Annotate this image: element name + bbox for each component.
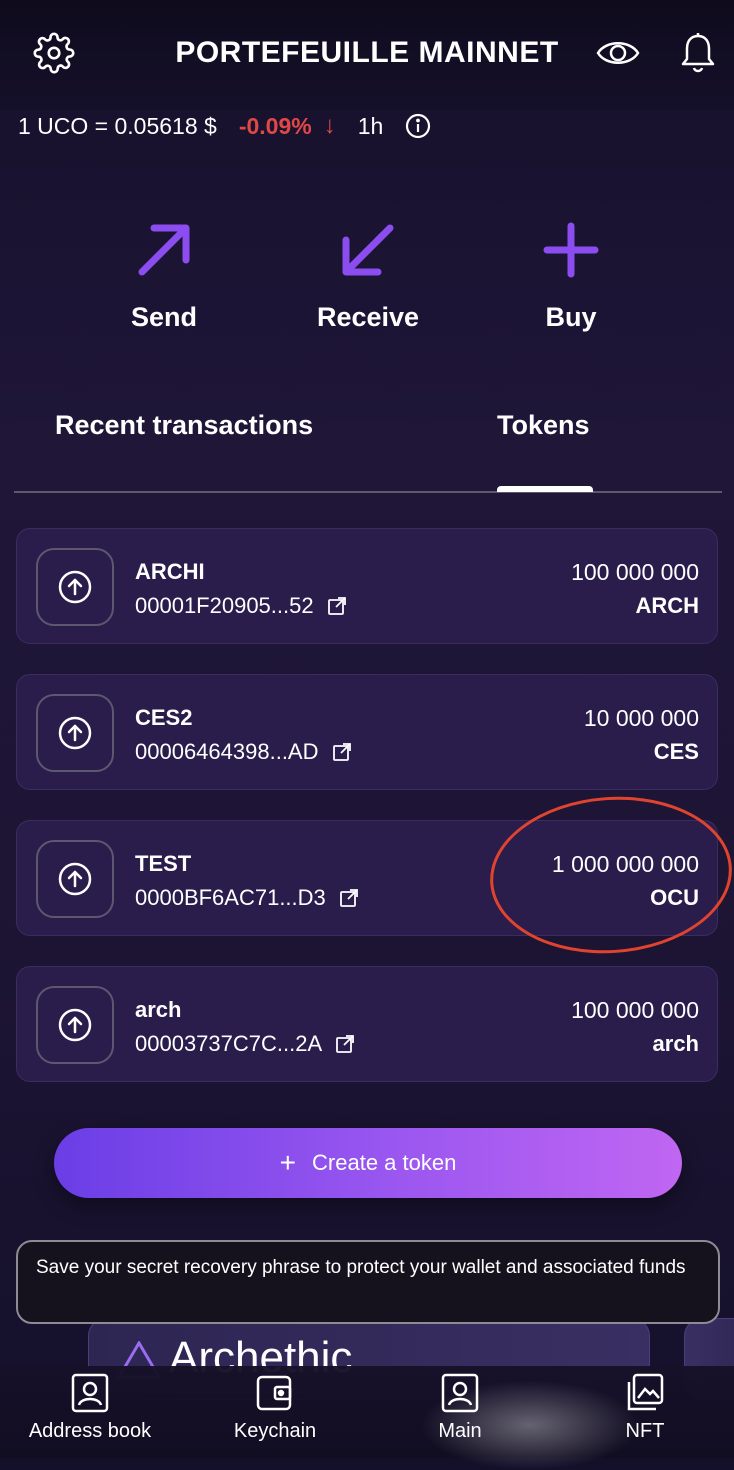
arrow-down-left-icon	[342, 224, 394, 276]
token-icon-box	[36, 548, 114, 626]
nav-label: Address book	[28, 1420, 152, 1442]
notice-text: Save your secret recovery phrase to prot…	[36, 1257, 686, 1278]
address-book-icon	[71, 1373, 109, 1413]
buy-label: Buy	[545, 302, 597, 332]
tab-divider	[14, 491, 722, 493]
uco-rate: 1 UCO = 0.05618 $	[18, 112, 217, 139]
external-link-icon[interactable]	[332, 743, 351, 761]
external-link-icon[interactable]	[327, 597, 346, 615]
arrow-up-circle-icon	[58, 570, 92, 604]
bell-icon[interactable]	[680, 32, 716, 74]
token-symbol: CES	[653, 739, 699, 764]
create-token-label: Create a token	[312, 1150, 457, 1175]
keychain-icon	[256, 1375, 292, 1411]
info-icon[interactable]	[405, 113, 431, 139]
buy-button[interactable]: Buy	[491, 220, 651, 333]
arrow-up-circle-icon	[58, 862, 92, 896]
nav-label: NFT	[625, 1420, 665, 1442]
token-address[interactable]: 0000BF6AC71...D3	[135, 885, 358, 911]
token-name: ARCHI	[135, 559, 205, 584]
price-period: 1h	[357, 112, 384, 139]
tab-active-indicator	[497, 486, 593, 492]
token-card[interactable]: arch 00003737C7C...2A 100 000 000 arch	[16, 966, 718, 1082]
nav-address-book[interactable]: Address book	[20, 1372, 160, 1443]
send-label: Send	[130, 302, 197, 332]
token-name: TEST	[135, 851, 192, 876]
token-address-text: 00003737C7C...2A	[135, 1031, 323, 1056]
price-row: 1 UCO = 0.05618 $ -0.09% ↓ 1h	[18, 112, 431, 140]
nav-main[interactable]: Main	[390, 1372, 530, 1443]
token-symbol: ARCH	[635, 593, 699, 618]
token-amount: 10 000 000	[583, 705, 699, 731]
tab-recent-transactions[interactable]: Recent transactions	[55, 410, 313, 441]
token-address[interactable]: 00001F20905...52	[135, 593, 346, 619]
price-change: -0.09%	[238, 112, 312, 139]
arrow-up-circle-icon	[58, 1008, 92, 1042]
token-card[interactable]: ARCHI 00001F20905...52 100 000 000 ARCH	[16, 528, 718, 644]
token-icon-box	[36, 694, 114, 772]
receive-button[interactable]: Receive	[288, 220, 448, 333]
arrow-up-circle-icon	[58, 716, 92, 750]
plus-icon: +	[279, 1147, 297, 1178]
token-address[interactable]: 00003737C7C...2A	[135, 1031, 355, 1057]
token-name: arch	[135, 997, 182, 1022]
token-amount: 100 000 000	[571, 559, 699, 585]
eye-icon[interactable]	[596, 36, 640, 70]
nav-label: Main	[438, 1420, 482, 1442]
token-address[interactable]: 00006464398...AD	[135, 739, 351, 765]
recovery-phrase-notice[interactable]: Save your secret recovery phrase to prot…	[16, 1240, 720, 1324]
nav-nft[interactable]: NFT	[575, 1372, 715, 1443]
nav-label: Keychain	[233, 1420, 317, 1442]
external-link-icon[interactable]	[336, 1035, 355, 1053]
token-name: CES2	[135, 705, 193, 730]
token-address-text: 00006464398...AD	[135, 739, 319, 764]
main-icon	[441, 1373, 479, 1413]
arrow-down-icon: ↓	[323, 112, 336, 139]
external-link-icon[interactable]	[339, 889, 358, 907]
receive-label: Receive	[316, 302, 420, 332]
token-amount: 100 000 000	[571, 997, 699, 1023]
create-token-button[interactable]: + Create a token	[54, 1128, 682, 1198]
nav-keychain[interactable]: Keychain	[205, 1372, 345, 1443]
token-icon-box	[36, 840, 114, 918]
arrow-up-right-icon	[138, 224, 190, 276]
token-symbol: arch	[652, 1031, 699, 1056]
token-card[interactable]: CES2 00006464398...AD 10 000 000 CES	[16, 674, 718, 790]
send-button[interactable]: Send	[84, 220, 244, 333]
token-address-text: 00001F20905...52	[135, 593, 314, 618]
nft-icon	[627, 1373, 664, 1411]
plus-icon	[543, 222, 599, 278]
tab-tokens[interactable]: Tokens	[497, 410, 590, 441]
token-icon-box	[36, 986, 114, 1064]
token-address-text: 0000BF6AC71...D3	[135, 885, 326, 910]
